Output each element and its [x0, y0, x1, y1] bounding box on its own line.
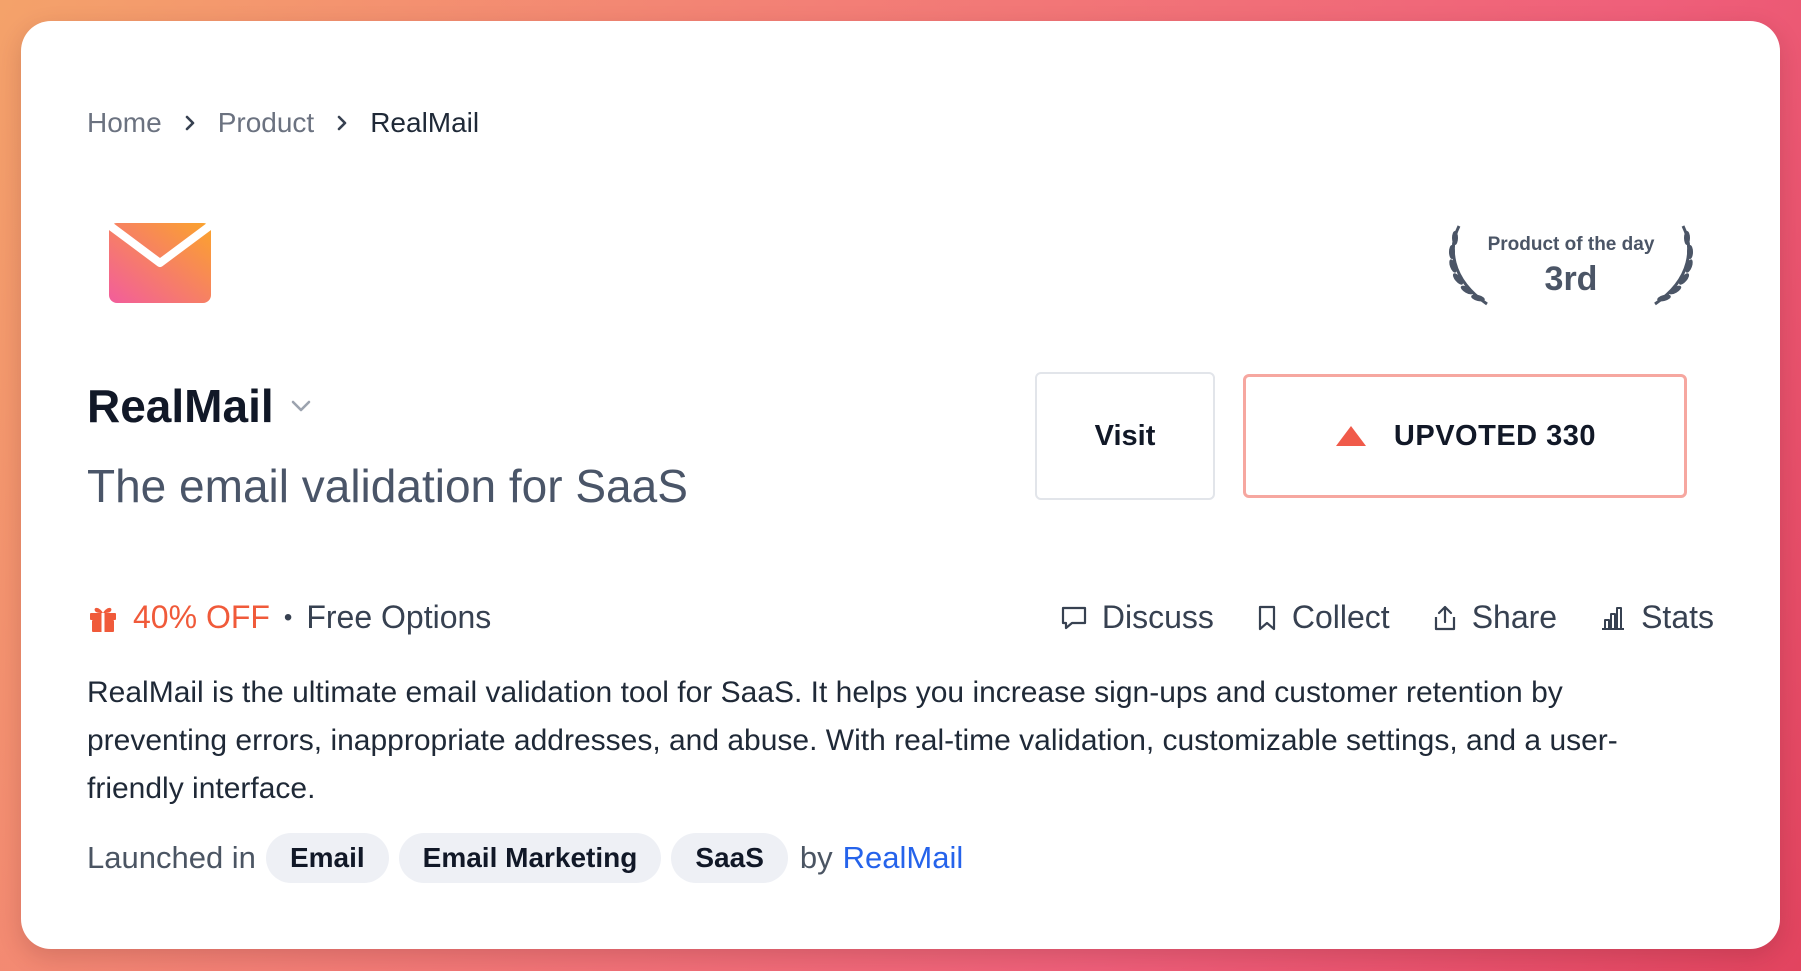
- bar-chart-icon: [1602, 606, 1625, 630]
- free-options-label: Free Options: [306, 599, 492, 635]
- chevron-down-icon[interactable]: [290, 399, 312, 413]
- product-description: RealMail is the ultimate email validatio…: [87, 676, 1618, 805]
- launched-in-label: Launched in: [87, 840, 256, 875]
- tag-email[interactable]: Email: [265, 833, 389, 883]
- upvote-button[interactable]: UPVOTED 330: [1243, 374, 1687, 498]
- envelope-icon: [105, 219, 215, 307]
- by-label: by: [799, 840, 833, 875]
- share-icon: [1434, 605, 1455, 630]
- laurel-icon: [1449, 225, 1488, 306]
- launch-row: Launched in Email Email Marketing SaaS b…: [87, 833, 963, 883]
- action-bar: Discuss Collect Share Stats: [1018, 599, 1714, 636]
- share-button[interactable]: Share: [1432, 599, 1557, 636]
- breadcrumb: Home Product RealMail: [87, 107, 479, 139]
- breadcrumb-current: RealMail: [370, 107, 480, 138]
- product-tagline: The email validation for SaaS: [87, 460, 688, 512]
- stats-button[interactable]: Stats: [1599, 599, 1714, 636]
- offer-row: 40% OFF • Free Options: [87, 599, 491, 636]
- breadcrumb-product[interactable]: Product: [218, 107, 315, 139]
- product-of-the-day-badge: Product of the day 3rd: [1441, 216, 1701, 316]
- visit-button[interactable]: Visit: [1035, 372, 1215, 500]
- badge-rank: 3rd: [1544, 259, 1598, 298]
- collect-label: Collect: [1291, 599, 1390, 635]
- product-card: Home Product RealMail Product of the day…: [21, 21, 1780, 949]
- discount-label: 40% OFF: [133, 599, 270, 635]
- share-label: Share: [1471, 599, 1558, 635]
- bookmark-icon: [1258, 605, 1275, 630]
- collect-button[interactable]: Collect: [1256, 599, 1390, 636]
- separator-dot: •: [283, 603, 293, 631]
- product-title: RealMail: [87, 380, 274, 432]
- breadcrumb-home[interactable]: Home: [87, 107, 162, 139]
- stats-label: Stats: [1641, 599, 1714, 635]
- upvote-label: UPVOTED 330: [1393, 419, 1597, 452]
- chevron-right-icon: [336, 114, 348, 132]
- gift-icon: [90, 607, 116, 632]
- triangle-up-icon: [1335, 426, 1366, 446]
- maker-link[interactable]: RealMail: [843, 840, 964, 876]
- badge-label: Product of the day: [1487, 233, 1655, 255]
- chevron-right-icon: [184, 114, 196, 132]
- laurel-icon: [1654, 225, 1693, 306]
- tag-saas[interactable]: SaaS: [671, 833, 788, 883]
- comment-icon: [1061, 606, 1086, 629]
- discuss-button[interactable]: Discuss: [1060, 599, 1214, 636]
- tag-email-marketing[interactable]: Email Marketing: [398, 833, 662, 883]
- discuss-label: Discuss: [1101, 599, 1214, 635]
- product-title-row: RealMail: [87, 379, 312, 433]
